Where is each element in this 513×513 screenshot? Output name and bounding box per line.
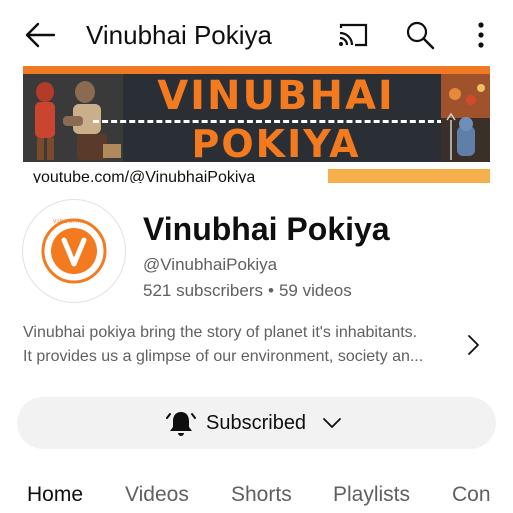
channel-description[interactable]: Vinubhai pokiya bring the story of plane… bbox=[23, 321, 453, 369]
avatar-ring-text: VINUBHAI bbox=[53, 219, 85, 225]
banner-deity-illustration bbox=[441, 74, 490, 162]
channel-name: Vinubhai Pokiya bbox=[143, 211, 390, 247]
chevron-right-icon[interactable] bbox=[464, 333, 482, 357]
tab-videos[interactable]: Videos bbox=[125, 482, 189, 508]
channel-handle: @VinubhaiPokiya bbox=[143, 255, 278, 274]
description-line-1: Vinubhai pokiya bring the story of plane… bbox=[23, 324, 418, 341]
search-icon[interactable] bbox=[405, 20, 435, 50]
banner-title-line1: VINUBHAI bbox=[157, 73, 395, 119]
video-count: 59 videos bbox=[278, 281, 352, 300]
page-title: Vinubhai Pokiya bbox=[86, 20, 272, 50]
description-line-2: It provides us a glimpse of our environm… bbox=[23, 348, 424, 365]
notification-bell-icon[interactable] bbox=[166, 409, 196, 437]
channel-tabs: Home Videos Shorts Playlists Con bbox=[0, 470, 513, 513]
tab-playlists[interactable]: Playlists bbox=[333, 482, 410, 508]
more-vert-icon[interactable] bbox=[472, 20, 490, 50]
tab-community[interactable]: Con bbox=[452, 482, 491, 508]
avatar[interactable]: V VINUBHAI bbox=[22, 199, 126, 303]
tab-shorts[interactable]: Shorts bbox=[231, 482, 292, 508]
cast-icon[interactable] bbox=[337, 22, 369, 48]
banner-title-line2: POKIYA bbox=[191, 122, 361, 166]
stats-separator: • bbox=[268, 281, 274, 300]
subscribed-label: Subscribed bbox=[206, 412, 307, 434]
channel-stats: 521 subscribers • 59 videos bbox=[143, 281, 352, 301]
top-app-bar: Vinubhai Pokiya bbox=[0, 0, 513, 68]
tab-home[interactable]: Home bbox=[27, 482, 83, 508]
subscriber-count: 521 subscribers bbox=[143, 281, 264, 300]
banner-people-illustration bbox=[23, 74, 123, 162]
chevron-down-icon[interactable] bbox=[321, 414, 343, 432]
avatar-logo bbox=[41, 218, 107, 284]
banner-bottom-accent bbox=[328, 169, 490, 183]
back-arrow-icon[interactable] bbox=[24, 20, 56, 50]
banner-url: youtube.com/@VinubhaiPokiya bbox=[33, 169, 256, 184]
channel-banner: VINUBHAI POKIYA youtube.com/@VinubhaiPok… bbox=[23, 66, 490, 183]
